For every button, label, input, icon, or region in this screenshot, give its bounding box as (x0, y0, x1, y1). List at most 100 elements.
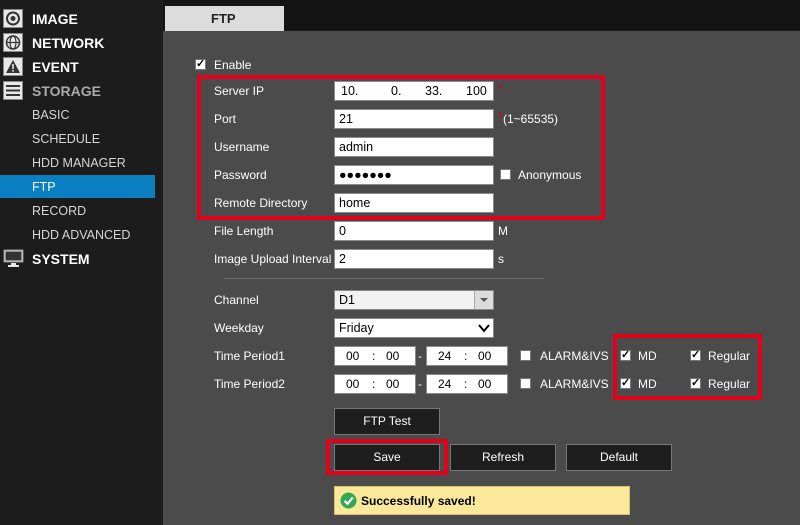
refresh-button[interactable]: Refresh (450, 444, 556, 471)
alarm-checkbox-1[interactable] (520, 350, 531, 361)
remote-directory-label: Remote Directory (214, 196, 308, 210)
username-value: admin (339, 140, 374, 154)
time-period2-label: Time Period2 (214, 377, 285, 391)
time-period1-start[interactable]: 00 : 00 (334, 346, 416, 366)
username-field[interactable]: admin (334, 137, 494, 157)
sidebar-item-label: SCHEDULE (32, 132, 101, 146)
ip-octet-3: 33. (425, 84, 443, 98)
regular-checkbox-2[interactable]: ✓ (690, 378, 701, 389)
end-minute: 00 (478, 377, 492, 391)
menu-system[interactable]: SYSTEM (0, 247, 160, 271)
file-length-unit: M (498, 224, 508, 238)
alarm-label: ALARM&IVS (540, 377, 609, 391)
time-colon: : (464, 349, 468, 363)
file-length-field[interactable]: 0 (334, 221, 494, 241)
upload-interval-value: 2 (339, 252, 346, 266)
network-globe-icon (3, 33, 23, 52)
port-field[interactable]: 21 (334, 109, 494, 129)
sidebar-item-basic[interactable]: BASIC (0, 103, 155, 126)
camera-icon (3, 9, 23, 28)
check-circle-icon (340, 492, 357, 509)
warning-icon (3, 57, 23, 76)
regular-label: Regular (708, 377, 751, 391)
sidebar-item-record[interactable]: RECORD (0, 199, 155, 222)
file-length-value: 0 (339, 224, 346, 238)
menu-image-label: IMAGE (32, 11, 78, 27)
menu-image[interactable]: IMAGE (0, 7, 160, 31)
status-message: Successfully saved! (361, 494, 476, 508)
status-banner: Successfully saved! (334, 486, 630, 515)
md-label: MD (638, 349, 657, 363)
server-ip-field[interactable]: 10. 0. 33. 100 (334, 81, 494, 101)
upload-interval-field[interactable]: 2 (334, 249, 494, 269)
password-label: Password (214, 168, 267, 182)
md-checkbox-2[interactable]: ✓ (620, 378, 631, 389)
chevron-down-icon[interactable] (477, 321, 491, 335)
time-period2-start[interactable]: 00 : 00 (334, 374, 416, 394)
weekday-select[interactable]: Friday (334, 318, 494, 338)
menu-storage-label: STORAGE (32, 83, 101, 99)
time-colon: : (464, 377, 468, 391)
upload-interval-unit: s (498, 252, 504, 266)
ftp-test-button[interactable]: FTP Test (334, 408, 440, 435)
section-divider (224, 278, 544, 279)
password-value: ●●●●●●● (339, 168, 392, 182)
ip-octet-1: 10. (341, 84, 359, 98)
time-colon: : (372, 377, 376, 391)
regular-checkbox-1[interactable]: ✓ (690, 350, 701, 361)
end-hour: 24 (438, 349, 452, 363)
username-label: Username (214, 140, 270, 154)
menu-network[interactable]: NETWORK (0, 31, 160, 55)
sidebar-item-hdd-manager[interactable]: HDD MANAGER (0, 151, 155, 174)
start-hour: 00 (346, 377, 360, 391)
time-period2-end[interactable]: 24 : 00 (426, 374, 508, 394)
file-length-label: File Length (214, 224, 274, 238)
save-button[interactable]: Save (334, 444, 440, 471)
port-label: Port (214, 112, 237, 126)
chevron-down-icon[interactable] (474, 291, 493, 309)
anonymous-label: Anonymous (518, 168, 582, 182)
sidebar-item-label: HDD ADVANCED (32, 228, 131, 242)
range-dash: - (418, 377, 422, 391)
start-minute: 00 (386, 349, 400, 363)
end-hour: 24 (438, 377, 452, 391)
sidebar: IMAGE NETWORK EVENT STORAGE BASIC SCHEDU… (0, 0, 163, 525)
channel-label: Channel (214, 293, 259, 307)
range-dash: - (418, 349, 422, 363)
tab-ftp[interactable]: FTP (165, 6, 284, 31)
start-minute: 00 (386, 377, 400, 391)
remote-directory-field[interactable]: home (334, 193, 494, 213)
channel-select[interactable]: D1 (334, 290, 494, 310)
time-period1-label: Time Period1 (214, 349, 285, 363)
sidebar-item-label: FTP (32, 180, 56, 194)
port-range-hint: (1~65535) (503, 112, 559, 126)
menu-event[interactable]: EVENT (0, 55, 160, 79)
password-field[interactable]: ●●●●●●● (334, 165, 494, 185)
md-checkbox-1[interactable]: ✓ (620, 350, 631, 361)
sidebar-item-label: HDD MANAGER (32, 156, 126, 170)
sidebar-item-hdd-advanced[interactable]: HDD ADVANCED (0, 223, 155, 246)
default-button[interactable]: Default (566, 444, 672, 471)
time-period1-end[interactable]: 24 : 00 (426, 346, 508, 366)
port-value: 21 (339, 112, 353, 126)
menu-event-label: EVENT (32, 59, 79, 75)
alarm-label: ALARM&IVS (540, 349, 609, 363)
enable-label: Enable (214, 58, 252, 72)
ip-octet-4: 100 (466, 84, 487, 98)
sidebar-item-ftp[interactable]: FTP (0, 175, 155, 198)
tab-label: FTP (211, 11, 236, 26)
remote-directory-value: home (339, 196, 371, 210)
alarm-checkbox-2[interactable] (520, 378, 531, 389)
enable-checkbox[interactable]: ✓ (195, 59, 206, 70)
menu-storage[interactable]: STORAGE (0, 79, 160, 103)
sidebar-item-schedule[interactable]: SCHEDULE (0, 127, 155, 150)
weekday-label: Weekday (214, 321, 264, 335)
regular-label: Regular (708, 349, 751, 363)
server-ip-label: Server IP (214, 84, 265, 98)
upload-interval-label: Image Upload Interval (214, 252, 332, 266)
start-hour: 00 (346, 349, 360, 363)
anonymous-checkbox[interactable] (500, 169, 511, 180)
menu-system-label: SYSTEM (32, 251, 90, 267)
ip-octet-2: 0. (391, 84, 402, 98)
storage-list-icon (3, 81, 23, 100)
